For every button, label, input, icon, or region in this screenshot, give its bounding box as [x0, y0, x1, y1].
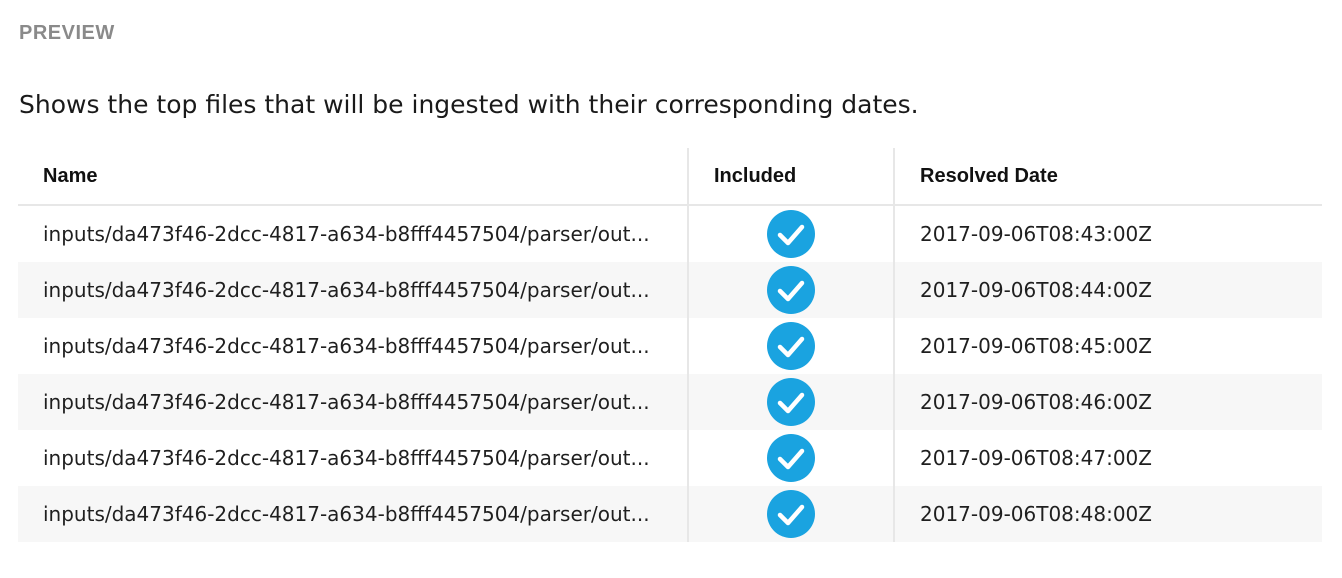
check-circle-icon: [767, 322, 815, 370]
section-description: Shows the top files that will be ingeste…: [19, 90, 919, 119]
included-cell: [687, 486, 894, 542]
resolved-date-cell: 2017-09-06T08:46:00Z: [893, 374, 1322, 430]
resolved-date-cell: 2017-09-06T08:44:00Z: [893, 262, 1322, 318]
check-circle-icon: [767, 378, 815, 426]
section-title: PREVIEW: [19, 22, 115, 44]
table-header-row: Name Included Resolved Date: [18, 148, 1322, 206]
check-circle-icon: [767, 434, 815, 482]
check-circle-icon: [767, 266, 815, 314]
table-row: inputs/da473f46-2dcc-4817-a634-b8fff4457…: [18, 430, 1322, 486]
resolved-date-cell: 2017-09-06T08:43:00Z: [893, 205, 1322, 262]
preview-panel: PREVIEW Shows the top files that will be…: [0, 0, 1342, 578]
check-circle-icon: [767, 210, 815, 258]
check-circle-icon: [767, 490, 815, 538]
file-name-cell: inputs/da473f46-2dcc-4817-a634-b8fff4457…: [43, 446, 650, 470]
resolved-date-cell: 2017-09-06T08:45:00Z: [893, 318, 1322, 374]
file-name-cell: inputs/da473f46-2dcc-4817-a634-b8fff4457…: [18, 374, 688, 430]
column-header-resolved-date[interactable]: Resolved Date: [893, 148, 1322, 206]
column-header-included[interactable]: Included: [687, 148, 894, 206]
table-row: inputs/da473f46-2dcc-4817-a634-b8fff4457…: [18, 374, 1322, 430]
file-name-cell: inputs/da473f46-2dcc-4817-a634-b8fff4457…: [43, 222, 650, 246]
table-row: inputs/da473f46-2dcc-4817-a634-b8fff4457…: [18, 318, 1322, 374]
file-name-cell: inputs/da473f46-2dcc-4817-a634-b8fff4457…: [43, 334, 650, 358]
table-row: inputs/da473f46-2dcc-4817-a634-b8fff4457…: [18, 262, 1322, 318]
included-cell: [687, 205, 894, 262]
resolved-date-cell: 2017-09-06T08:47:00Z: [893, 430, 1322, 486]
file-name-cell: inputs/da473f46-2dcc-4817-a634-b8fff4457…: [18, 486, 688, 542]
included-cell: [687, 430, 894, 486]
column-header-name[interactable]: Name: [18, 148, 688, 206]
included-cell: [687, 262, 894, 318]
included-cell: [687, 318, 894, 374]
resolved-date-cell: 2017-09-06T08:48:00Z: [893, 486, 1322, 542]
table-row: inputs/da473f46-2dcc-4817-a634-b8fff4457…: [18, 205, 1322, 262]
included-cell: [687, 374, 894, 430]
preview-table: Name Included Resolved Date inputs/da473…: [18, 148, 1322, 542]
table-row: inputs/da473f46-2dcc-4817-a634-b8fff4457…: [18, 486, 1322, 542]
file-name-cell: inputs/da473f46-2dcc-4817-a634-b8fff4457…: [18, 262, 688, 318]
